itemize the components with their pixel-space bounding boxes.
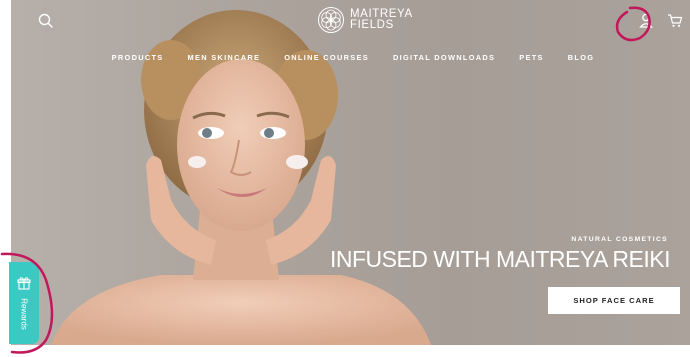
shop-face-care-button[interactable]: SHOP FACE CARE xyxy=(548,287,680,314)
rewards-tab[interactable]: Rewards xyxy=(9,262,39,344)
nav-item-pets[interactable]: PETS xyxy=(519,47,544,65)
nav-item-products[interactable]: PRODUCTS xyxy=(112,47,164,65)
nav-link-pets[interactable]: PETS xyxy=(519,53,544,62)
nav-link-men-skincare[interactable]: MEN SKINCARE xyxy=(188,53,261,62)
nav-link-blog[interactable]: BLOG xyxy=(568,53,595,62)
user-icon[interactable] xyxy=(638,12,654,29)
gift-icon xyxy=(17,277,31,290)
cart-icon[interactable] xyxy=(667,13,683,28)
brand-logo[interactable]: MAITREYA FIELDS xyxy=(317,6,413,34)
nav-item-blog[interactable]: BLOG xyxy=(568,47,595,65)
nav-item-digital-downloads[interactable]: DIGITAL DOWNLOADS xyxy=(393,47,495,65)
flower-of-life-icon xyxy=(318,7,344,33)
nav-link-digital-downloads[interactable]: DIGITAL DOWNLOADS xyxy=(393,53,495,62)
brand-name: MAITREYA FIELDS xyxy=(350,8,413,31)
rewards-label: Rewards xyxy=(19,298,29,330)
nav-link-online-courses[interactable]: ONLINE COURSES xyxy=(284,53,369,62)
main-navigation: PRODUCTS MEN SKINCARE ONLINE COURSES DIG… xyxy=(0,47,690,65)
brand-line-2: FIELDS xyxy=(350,19,394,31)
page-margin-bottom xyxy=(0,345,690,357)
nav-item-online-courses[interactable]: ONLINE COURSES xyxy=(284,47,369,65)
search-icon[interactable] xyxy=(37,12,55,30)
hero-eyebrow: NATURAL COSMETICS xyxy=(571,236,668,243)
hero-headline: INFUSED WITH MAITREYA REIKI xyxy=(329,246,671,272)
nav-item-men-skincare[interactable]: MEN SKINCARE xyxy=(188,47,261,65)
nav-link-products[interactable]: PRODUCTS xyxy=(112,53,164,62)
